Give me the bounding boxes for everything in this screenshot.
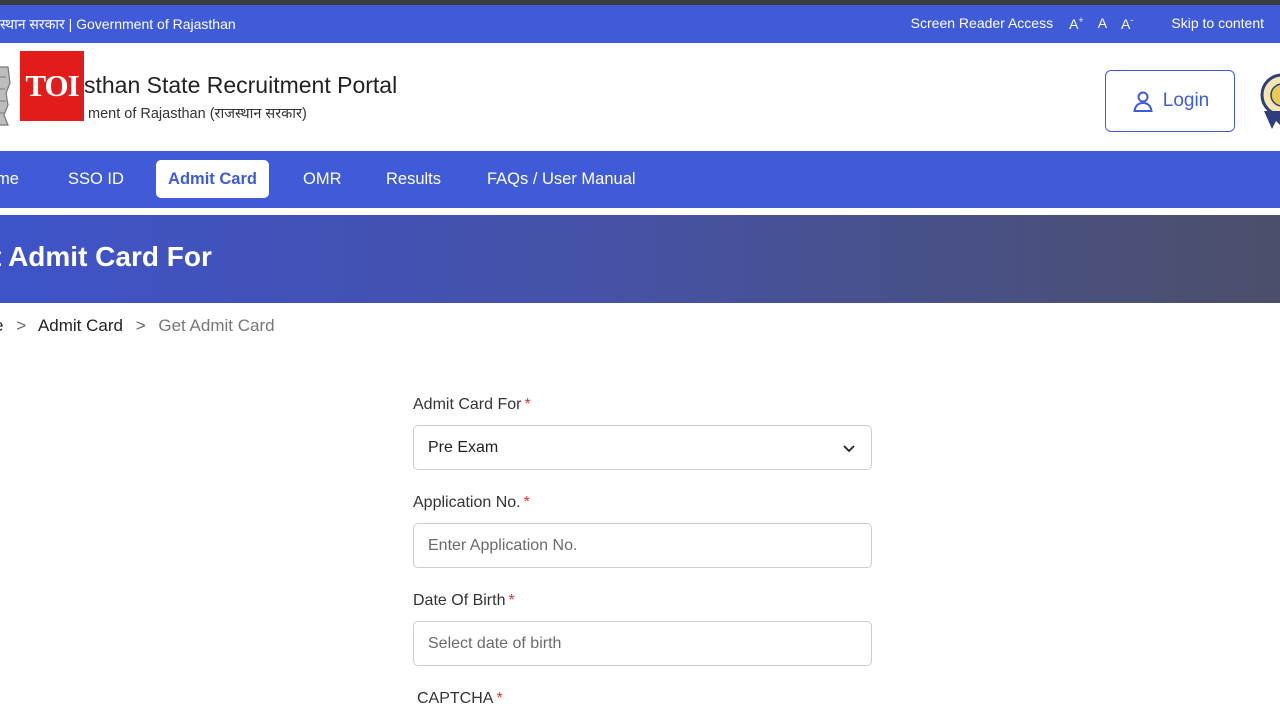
breadcrumb-separator: > [16,316,27,335]
portal-subtitle: ment of Rajasthan (राजस्थान सरकार) [88,106,307,122]
login-label: Login [1162,90,1210,111]
nav-spacer [0,208,1280,215]
breadcrumb-home[interactable]: e [0,316,3,335]
nav-faqs-user-manual[interactable]: FAQs / User Manual [487,170,636,189]
nav-sso-id[interactable]: SSO ID [68,170,124,189]
user-icon [1133,91,1153,112]
site-header: TOI sthan State Recruitment Portal ment … [0,43,1280,151]
page-title: t Admit Card For [0,241,212,272]
dob-input[interactable] [413,621,872,666]
captcha-label-text: CAPTCHA [417,690,494,707]
breadcrumb-admit-card[interactable]: Admit Card [38,316,123,335]
plus-icon: + [1078,15,1084,25]
nav-results[interactable]: Results [386,170,441,189]
dob-label: Date Of Birth * [413,592,872,610]
font-increase-button[interactable]: A+ [1069,15,1084,32]
page-banner: t Admit Card For [0,215,1280,303]
admit-card-form: Admit Card For * Pre Exam Application No.… [413,396,872,719]
application-no-group: Application No. * [413,494,872,568]
admit-card-for-group: Admit Card For * Pre Exam [413,396,872,470]
minus-icon: - [1130,15,1134,25]
dob-label-text: Date Of Birth [413,592,506,609]
font-normal-button[interactable]: A [1098,15,1107,31]
application-no-input[interactable] [413,523,872,568]
breadcrumb-separator: > [135,316,146,335]
application-no-label: Application No. * [413,494,872,512]
required-mark: * [523,494,530,511]
state-emblem-icon [0,66,11,126]
captcha-label: CAPTCHA * [417,690,872,708]
recruitment-seal-icon [1260,73,1280,129]
required-mark: * [496,690,503,707]
chevron-down-icon [843,444,855,452]
nav-omr[interactable]: OMR [303,170,342,189]
portal-title: sthan State Recruitment Portal [84,72,398,98]
skip-to-content-link[interactable]: Skip to content [1171,15,1264,31]
application-no-label-text: Application No. [413,494,521,511]
toi-logo: TOI [20,51,84,121]
breadcrumb-current: Get Admit Card [158,316,275,335]
required-mark: * [524,396,531,413]
utility-links: Screen Reader Access A+ A A- Skip to con… [911,15,1264,32]
government-text: स्थान सरकार | Government of Rajasthan [0,16,236,32]
screen-reader-link[interactable]: Screen Reader Access [911,15,1053,31]
admit-card-for-label: Admit Card For * [413,396,872,414]
breadcrumb: e > Admit Card > Get Admit Card [0,316,275,336]
nav-home[interactable]: me [0,170,19,189]
admit-card-for-select[interactable]: Pre Exam [413,425,872,470]
admit-card-for-value: Pre Exam [428,438,499,456]
dob-group: Date Of Birth * [413,592,872,666]
admit-card-for-label-text: Admit Card For [413,396,522,413]
required-mark: * [508,592,515,609]
main-navigation: me SSO ID Admit Card OMR Results FAQs / … [0,151,1280,208]
login-button[interactable]: Login [1105,70,1235,132]
font-decrease-button[interactable]: A- [1121,15,1133,32]
nav-admit-card[interactable]: Admit Card [156,160,269,198]
font-decrease-label: A [1121,15,1131,32]
utility-bar: स्थान सरकार | Government of Rajasthan Sc… [0,5,1280,43]
